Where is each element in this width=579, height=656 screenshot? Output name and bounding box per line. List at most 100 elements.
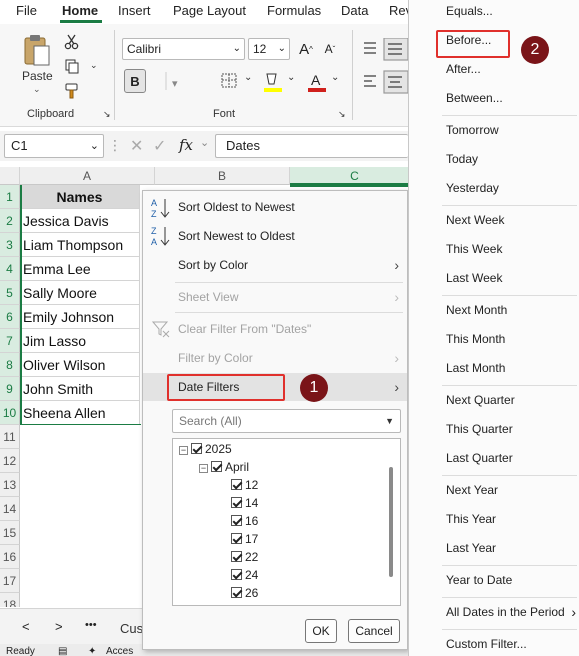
row-header[interactable]: 13 [0, 473, 20, 497]
search-dropdown-icon[interactable]: ▼ [385, 410, 394, 432]
select-all-corner[interactable] [0, 167, 20, 185]
row-header[interactable]: 16 [0, 545, 20, 569]
checkbox-checked-icon[interactable] [231, 497, 242, 508]
submenu-item-custom-filter[interactable]: Custom Filter... [409, 630, 579, 656]
row-header[interactable]: 14 [0, 497, 20, 521]
next-sheet-icon[interactable]: > [55, 619, 63, 634]
font-size-select[interactable]: 12 ⌄ [248, 38, 290, 60]
checkbox-checked-icon[interactable] [231, 587, 242, 598]
insert-function-icon[interactable]: fx [179, 136, 193, 154]
tree-item-month[interactable]: − April [199, 458, 249, 476]
row-header[interactable]: 3 [0, 233, 20, 257]
menu-sort-by-color[interactable]: Sort by Color › [143, 251, 407, 279]
row-header[interactable]: 2 [0, 209, 20, 233]
row-header[interactable]: 12 [0, 449, 20, 473]
column-header-c[interactable]: C [290, 167, 408, 185]
paste-icon[interactable] [22, 34, 52, 68]
clipboard-launcher-icon[interactable]: ↘ [103, 109, 111, 120]
submenu-item-yesterday[interactable]: Yesterday [409, 174, 579, 203]
tree-item-day[interactable]: 26 [231, 584, 258, 602]
font-color-chevron-icon[interactable]: ⌄ [331, 72, 339, 83]
row-header[interactable]: 7 [0, 329, 20, 353]
font-name-select[interactable]: Calibri ⌄ [122, 38, 245, 60]
name-box[interactable]: C1 ⌄ [4, 134, 104, 158]
submenu-item-last-month[interactable]: Last Month [409, 354, 579, 383]
tab-data[interactable]: Data [341, 3, 368, 18]
menu-sort-newest[interactable]: Sort Newest to Oldest [143, 222, 407, 250]
sheet-stats-icon[interactable]: ▤ [58, 646, 67, 656]
sheet-tab-customers[interactable]: Cus [120, 621, 143, 636]
tree-scrollbar[interactable] [389, 467, 393, 577]
paste-chevron-icon[interactable]: ⌄ [33, 84, 41, 95]
filter-search-input[interactable]: Search (All) ▼ [172, 409, 401, 433]
row-header[interactable]: 1 [0, 185, 20, 209]
cut-icon[interactable] [64, 34, 80, 50]
formula-input[interactable]: Dates [215, 134, 408, 158]
shrink-font-button[interactable]: Aˇ [320, 38, 340, 60]
submenu-item-this-quarter[interactable]: This Quarter [409, 415, 579, 444]
copy-chevron-icon[interactable]: ⌄ [90, 60, 98, 71]
prev-sheet-icon[interactable]: < [22, 619, 30, 634]
tree-item-day[interactable]: 22 [231, 548, 258, 566]
tab-page-layout[interactable]: Page Layout [173, 3, 246, 18]
alignment-icons[interactable] [362, 37, 409, 98]
cancel-entry-icon[interactable]: ✕ [130, 136, 143, 156]
tree-item-day[interactable]: 16 [231, 512, 258, 530]
submenu-item-this-year[interactable]: This Year [409, 505, 579, 534]
submenu-item-last-quarter[interactable]: Last Quarter [409, 444, 579, 473]
fill-color-icon[interactable] [262, 70, 284, 94]
font-launcher-icon[interactable]: ↘ [338, 109, 346, 120]
font-color-icon[interactable]: A [306, 70, 328, 94]
submenu-item-next-year[interactable]: Next Year [409, 476, 579, 505]
row-header[interactable]: 9 [0, 377, 20, 401]
copy-icon[interactable] [64, 58, 80, 74]
checkbox-checked-icon[interactable] [231, 533, 242, 544]
submenu-item-this-month[interactable]: This Month [409, 325, 579, 354]
checkbox-checked-icon[interactable] [231, 551, 242, 562]
checkbox-checked-icon[interactable] [231, 479, 242, 490]
format-painter-icon[interactable] [64, 82, 82, 100]
submenu-item-last-week[interactable]: Last Week [409, 264, 579, 293]
menu-sort-oldest[interactable]: Sort Oldest to Newest [143, 193, 407, 221]
row-header[interactable]: 6 [0, 305, 20, 329]
tab-insert[interactable]: Insert [118, 3, 151, 18]
cancel-button[interactable]: Cancel [348, 619, 400, 643]
submenu-item-today[interactable]: Today [409, 145, 579, 174]
borders-chevron-icon[interactable]: ⌄ [244, 72, 252, 83]
accessibility-icon[interactable]: ✦ [88, 646, 96, 656]
enter-entry-icon[interactable]: ✓ [153, 136, 166, 156]
bold-button[interactable]: B [124, 69, 146, 93]
tree-item-day[interactable]: 24 [231, 566, 258, 584]
row-header[interactable]: 5 [0, 281, 20, 305]
tree-item-day[interactable]: 12 [231, 476, 258, 494]
more-sheets-icon[interactable]: ••• [85, 619, 97, 631]
column-header-b[interactable]: B [155, 167, 290, 185]
tree-item-day[interactable]: 17 [231, 530, 258, 548]
submenu-item-equals[interactable]: Equals... [409, 0, 579, 26]
column-header-a[interactable]: A [20, 167, 155, 185]
tab-home[interactable]: Home [62, 3, 98, 18]
tab-file[interactable]: File [16, 3, 37, 18]
row-header[interactable]: 4 [0, 257, 20, 281]
row-header[interactable]: 10 [0, 401, 20, 425]
tree-item-year[interactable]: −2025 [179, 440, 232, 458]
paste-label[interactable]: Paste [22, 69, 53, 83]
tab-formulas[interactable]: Formulas [267, 3, 321, 18]
accessibility-status[interactable]: Acces [106, 646, 133, 656]
submenu-item-all-dates-in-the-period[interactable]: All Dates in the Period › [409, 598, 579, 627]
row-header[interactable]: 15 [0, 521, 20, 545]
checkbox-checked-icon[interactable] [231, 515, 242, 526]
row-header[interactable]: 18 [0, 593, 20, 607]
submenu-item-between[interactable]: Between... [409, 84, 579, 113]
fill-chevron-icon[interactable]: ⌄ [287, 72, 295, 83]
tree-item-day[interactable]: 14 [231, 494, 258, 512]
row-header[interactable]: 17 [0, 569, 20, 593]
submenu-item-next-week[interactable]: Next Week [409, 206, 579, 235]
submenu-item-after[interactable]: After... [409, 55, 579, 84]
row-header[interactable]: 8 [0, 353, 20, 377]
row-header[interactable]: 11 [0, 425, 20, 449]
submenu-item-next-quarter[interactable]: Next Quarter [409, 386, 579, 415]
grow-font-button[interactable]: A ^ [296, 38, 316, 60]
checkbox-checked-icon[interactable] [231, 569, 242, 580]
submenu-item-tomorrow[interactable]: Tomorrow [409, 116, 579, 145]
